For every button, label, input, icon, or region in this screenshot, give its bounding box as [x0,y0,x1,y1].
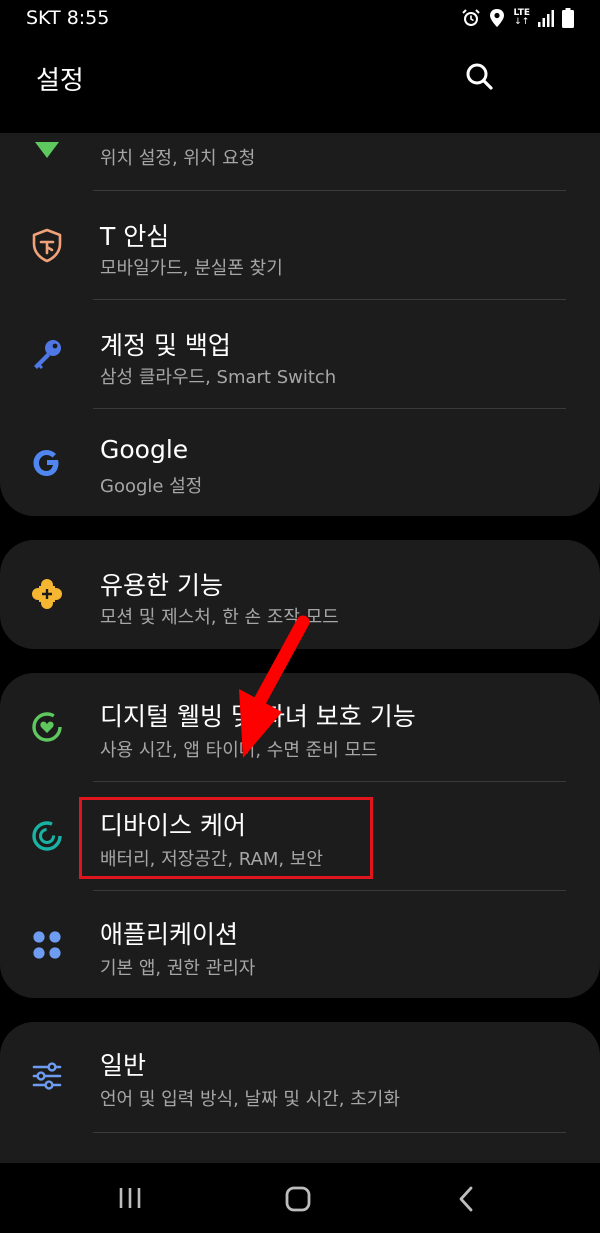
search-icon [466,63,493,90]
location-icon [490,9,505,27]
settings-item-location[interactable]: 위치 설정, 위치 요청 [0,133,600,191]
location-pin-icon [35,142,59,158]
settings-item-subtitle: 기본 앱, 권한 관리자 [100,958,256,979]
lte-icon: LTE ↓↑ [513,8,530,27]
settings-item-subtitle: 사용 시간, 앱 타이머, 수면 준비 모드 [100,740,378,761]
status-icons: LTE ↓↑ [461,8,574,28]
settings-item-subtitle: 삼성 클라우드, Smart Switch [100,367,337,388]
home-icon[interactable] [284,1185,312,1213]
settings-item-title: T 안심 [100,222,170,251]
navigation-bar [0,1163,600,1233]
settings-item-subtitle: Google 설정 [100,476,203,497]
settings-item-title: 계정 및 백업 [100,331,231,360]
settings-item-t-ansim[interactable]: T 안심 모바일가드, 분실폰 찾기 [0,191,600,300]
settings-item-title: 디지털 웰빙 및 자녀 보호 기능 [100,702,416,731]
google-icon [33,450,59,476]
back-icon[interactable] [456,1185,476,1213]
apps-grid-icon [33,931,61,959]
divider [93,1132,566,1133]
settings-item-accounts-backup[interactable]: 계정 및 백업 삼성 클라우드, Smart Switch [0,300,600,409]
settings-item-title: 애플리케이션 [100,920,239,949]
sliders-icon [32,1062,62,1090]
settings-item-google[interactable]: Google Google 설정 [0,409,600,516]
settings-item-subtitle: 위치 설정, 위치 요청 [100,148,256,169]
settings-item-title: 일반 [100,1051,147,1080]
signal-icon [538,10,554,27]
battery-icon [562,8,574,28]
settings-item-digital-wellbeing[interactable]: 디지털 웰빙 및 자녀 보호 기능 사용 시간, 앱 타이머, 수면 준비 모드 [0,673,600,782]
wellbeing-icon [32,712,62,742]
recent-apps-icon[interactable] [117,1185,143,1211]
settings-item-apps[interactable]: 애플리케이션 기본 앱, 권한 관리자 [0,891,600,998]
carrier-time: SKT 8:55 [26,7,110,29]
highlight-box [79,797,373,879]
settings-item-advanced-features[interactable]: 유용한 기능 모션 및 제스처, 한 손 조작 모드 [0,540,600,649]
search-button[interactable] [463,60,497,94]
settings-item-subtitle: 언어 및 입력 방식, 날짜 및 시간, 초기화 [100,1089,400,1110]
key-icon [34,340,61,369]
settings-item-title: Google [100,435,189,464]
settings-item-subtitle: 모바일가드, 분실폰 찾기 [100,258,283,279]
alarm-icon [462,9,481,26]
settings-item-title: 유용한 기능 [100,571,223,600]
shield-icon [32,228,62,263]
page-title: 설정 [36,66,84,96]
settings-card-advanced: 유용한 기능 모션 및 제스처, 한 손 조작 모드 [0,540,600,649]
puzzle-icon [32,579,62,609]
settings-card-general: 일반 언어 및 입력 방식, 날짜 및 시간, 초기화 [0,1022,600,1163]
settings-card-connectivity: 위치 설정, 위치 요청 T 안심 모바일가드, 분실폰 찾기 계정 및 백업 … [0,133,600,516]
status-bar: SKT 8:55 LTE ↓↑ [0,0,600,36]
settings-item-general-management[interactable]: 일반 언어 및 입력 방식, 날짜 및 시간, 초기화 [0,1022,600,1131]
app-bar: 설정 [0,36,600,116]
settings-item-subtitle: 모션 및 제스처, 한 손 조작 모드 [100,607,339,628]
device-care-icon [32,821,62,851]
